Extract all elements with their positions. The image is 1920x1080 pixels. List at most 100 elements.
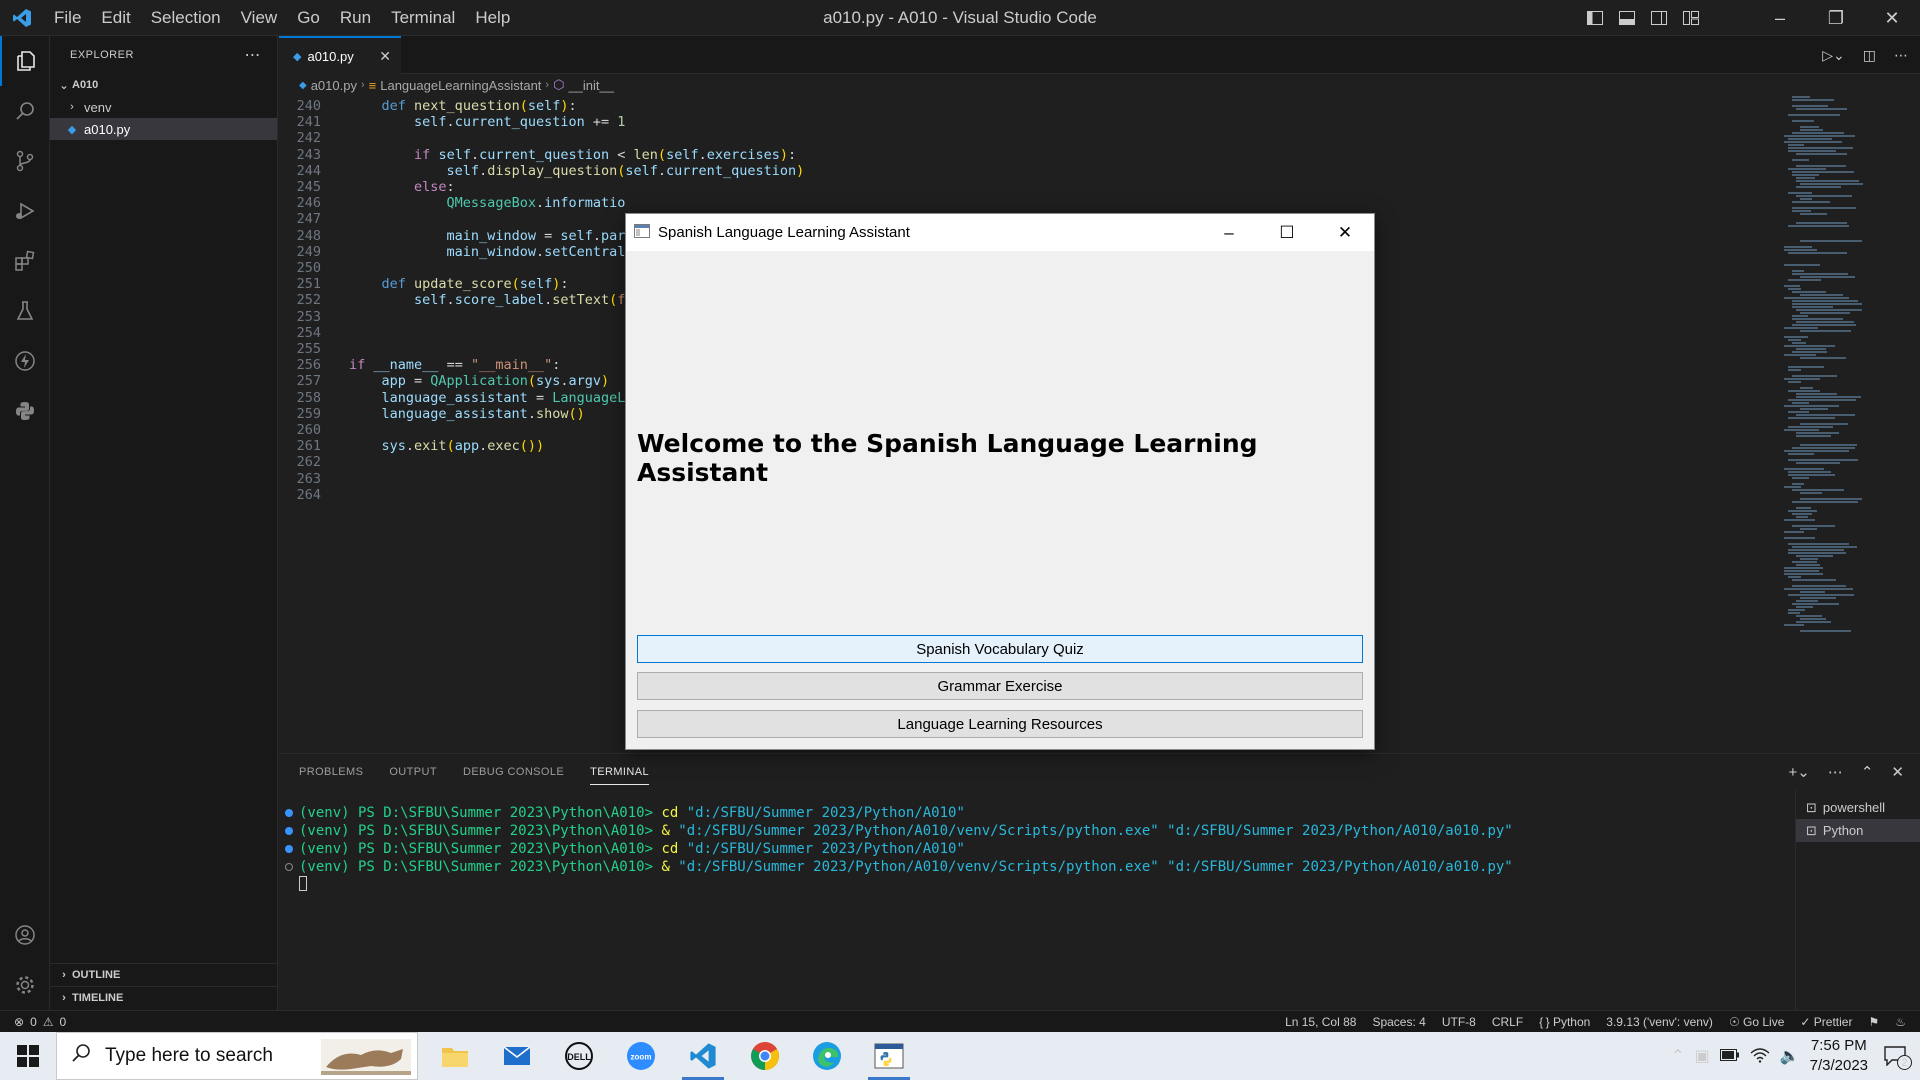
account-icon[interactable] bbox=[0, 910, 50, 960]
menu-selection[interactable]: Selection bbox=[141, 8, 231, 28]
tab-a010py[interactable]: ◆ a010.py ✕ bbox=[279, 36, 401, 74]
go-live[interactable]: ☉ Go Live bbox=[1729, 1015, 1784, 1029]
menu-help[interactable]: Help bbox=[465, 8, 520, 28]
explorer-icon[interactable] bbox=[0, 36, 50, 86]
windows-start-icon[interactable] bbox=[0, 1032, 56, 1080]
vocabulary-quiz-button[interactable]: Spanish Vocabulary Quiz bbox=[637, 635, 1363, 663]
minimap[interactable] bbox=[1780, 96, 1900, 656]
taskbar-search[interactable]: Type here to search bbox=[56, 1032, 418, 1080]
method-icon: ⬡ bbox=[553, 77, 565, 92]
close-panel-icon[interactable]: ✕ bbox=[1891, 763, 1904, 781]
extensions-icon[interactable] bbox=[0, 236, 50, 286]
notification-center-icon[interactable]: 2 bbox=[1878, 1046, 1912, 1070]
encoding[interactable]: UTF-8 bbox=[1442, 1015, 1476, 1029]
clock[interactable]: 7:56 PM 7/3/2023 bbox=[1810, 1036, 1868, 1076]
device-icon[interactable]: ▣ bbox=[1695, 1046, 1710, 1066]
wifi-icon[interactable] bbox=[1750, 1047, 1770, 1066]
app-minimize-icon[interactable]: – bbox=[1200, 214, 1258, 251]
toggle-sidebar-icon[interactable] bbox=[1586, 9, 1604, 27]
terminal-command: cd bbox=[661, 805, 687, 821]
toggle-panel-icon[interactable] bbox=[1618, 9, 1636, 27]
app-window: Spanish Language Learning Assistant – ☐ … bbox=[625, 213, 1375, 750]
python-app-icon[interactable] bbox=[858, 1032, 920, 1080]
tab-debug-console[interactable]: DEBUG CONSOLE bbox=[463, 766, 564, 778]
edge-icon[interactable] bbox=[796, 1032, 858, 1080]
menu-run[interactable]: Run bbox=[330, 8, 381, 28]
show-hidden-icons-icon[interactable]: ⌃ bbox=[1671, 1046, 1684, 1066]
testing-icon[interactable] bbox=[0, 286, 50, 336]
breadcrumb-file[interactable]: a010.py bbox=[311, 78, 357, 93]
timeline-section[interactable]: › TIMELINE bbox=[50, 986, 278, 1008]
split-editor-icon[interactable]: ◫ bbox=[1863, 47, 1876, 64]
menu-terminal[interactable]: Terminal bbox=[381, 8, 465, 28]
clock-time: 7:56 PM bbox=[1810, 1037, 1867, 1054]
terminal-cursor[interactable] bbox=[279, 876, 1779, 894]
maximize-panel-icon[interactable]: ⌃ bbox=[1861, 763, 1874, 781]
python-interpreter[interactable]: 3.9.13 ('venv': venv) bbox=[1606, 1015, 1713, 1029]
timeline-label: TIMELINE bbox=[72, 991, 124, 1004]
chrome-icon[interactable] bbox=[734, 1032, 796, 1080]
problems-indicator[interactable]: ⊗ 0 ⚠ 0 bbox=[0, 1015, 66, 1029]
outline-section[interactable]: › OUTLINE bbox=[50, 963, 278, 985]
new-terminal-icon[interactable]: +⌄ bbox=[1789, 763, 1810, 781]
file-explorer-icon[interactable] bbox=[424, 1032, 486, 1080]
terminal-item-powershell[interactable]: ⊡ powershell bbox=[1796, 796, 1920, 819]
battery-icon[interactable] bbox=[1719, 1048, 1740, 1064]
lightning-icon[interactable] bbox=[0, 336, 50, 386]
editor-actions: ▷⌄ ◫ ⋯ bbox=[1822, 36, 1908, 74]
tree-item-a010py[interactable]: ◆ a010.py bbox=[50, 118, 277, 140]
dell-icon[interactable]: DELL bbox=[548, 1032, 610, 1080]
breadcrumb-class[interactable]: LanguageLearningAssistant bbox=[380, 78, 541, 93]
menu-go[interactable]: Go bbox=[287, 8, 330, 28]
terminal-args: "d:/SFBU/Summer 2023/Python/A010" bbox=[686, 805, 965, 821]
run-debug-icon[interactable] bbox=[0, 186, 50, 236]
terminal-output[interactable]: (venv) PS D:\SFBU\Summer 2023\Python\A01… bbox=[279, 804, 1779, 894]
close-tab-icon[interactable]: ✕ bbox=[379, 48, 391, 65]
run-python-file-icon[interactable]: ▷⌄ bbox=[1822, 47, 1845, 64]
tab-terminal[interactable]: TERMINAL bbox=[590, 766, 649, 785]
app-close-icon[interactable]: ✕ bbox=[1316, 214, 1374, 251]
vscode-taskbar-icon[interactable] bbox=[672, 1032, 734, 1080]
tree-item-venv[interactable]: › venv bbox=[50, 96, 277, 118]
python-icon[interactable] bbox=[0, 386, 50, 436]
end-of-line[interactable]: CRLF bbox=[1492, 1015, 1523, 1029]
explorer-root-folder[interactable]: ⌄ A010 bbox=[50, 74, 277, 96]
command-status-icon[interactable] bbox=[285, 809, 293, 817]
volume-icon[interactable]: 🔈 bbox=[1780, 1046, 1800, 1066]
more-actions-icon[interactable]: ⋯ bbox=[1828, 763, 1843, 781]
chevron-right-icon: › bbox=[545, 79, 550, 91]
cursor-position[interactable]: Ln 15, Col 88 bbox=[1285, 1015, 1356, 1029]
command-status-icon[interactable] bbox=[285, 863, 293, 871]
language-mode[interactable]: { } Python bbox=[1539, 1015, 1590, 1029]
notifications-bell-icon[interactable]: ♨ bbox=[1895, 1015, 1906, 1029]
indentation[interactable]: Spaces: 4 bbox=[1372, 1015, 1425, 1029]
minimize-icon[interactable]: – bbox=[1752, 0, 1808, 36]
grammar-exercise-button[interactable]: Grammar Exercise bbox=[637, 672, 1363, 700]
bottom-panel: PROBLEMS OUTPUT DEBUG CONSOLE TERMINAL +… bbox=[279, 753, 1920, 1010]
menu-view[interactable]: View bbox=[231, 8, 288, 28]
app-maximize-icon[interactable]: ☐ bbox=[1258, 214, 1316, 251]
toggle-secondary-sidebar-icon[interactable] bbox=[1650, 9, 1668, 27]
mail-icon[interactable] bbox=[486, 1032, 548, 1080]
command-status-icon[interactable] bbox=[285, 827, 293, 835]
close-icon[interactable]: ✕ bbox=[1864, 0, 1920, 36]
source-control-icon[interactable] bbox=[0, 136, 50, 186]
customize-layout-icon[interactable] bbox=[1682, 9, 1700, 27]
prettier[interactable]: ✓ Prettier bbox=[1800, 1015, 1852, 1029]
menu-file[interactable]: File bbox=[44, 8, 91, 28]
breadcrumb-method[interactable]: __init__ bbox=[568, 78, 614, 93]
restore-icon[interactable]: ❐ bbox=[1808, 0, 1864, 36]
more-actions-icon[interactable]: ⋯ bbox=[1894, 47, 1908, 64]
tab-problems[interactable]: PROBLEMS bbox=[299, 766, 363, 778]
tab-output[interactable]: OUTPUT bbox=[389, 766, 437, 778]
line-number: 264 bbox=[296, 486, 321, 503]
search-icon[interactable] bbox=[0, 86, 50, 136]
menu-edit[interactable]: Edit bbox=[91, 8, 140, 28]
command-status-icon[interactable] bbox=[285, 845, 293, 853]
terminal-item-python[interactable]: ⊡ Python bbox=[1796, 819, 1920, 842]
more-actions-icon[interactable]: ⋯ bbox=[245, 45, 262, 65]
zoom-icon[interactable]: zoom bbox=[610, 1032, 672, 1080]
settings-gear-icon[interactable] bbox=[0, 960, 50, 1010]
feedback-icon[interactable]: ⚑ bbox=[1868, 1015, 1879, 1029]
learning-resources-button[interactable]: Language Learning Resources bbox=[637, 710, 1363, 738]
